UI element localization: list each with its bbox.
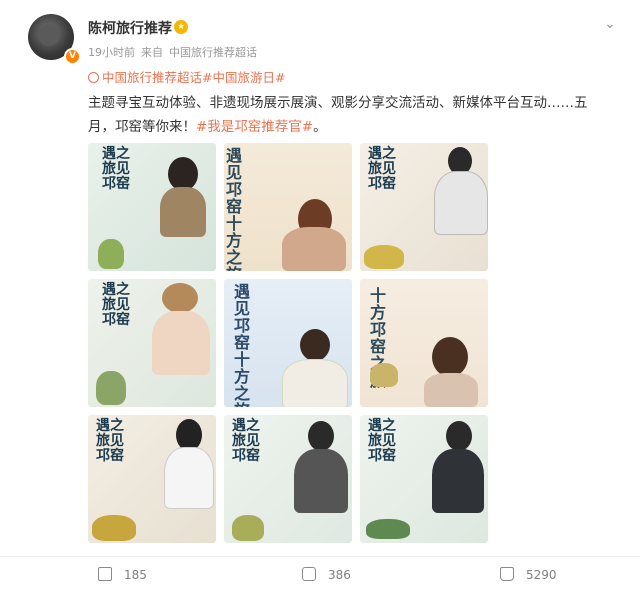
post-text: 主题寻宝互动体验、非遗现场展示展演、观影分享交流活动、新媒体平台互动……五月，邛… <box>88 91 608 139</box>
poster-title: 遇见邛窑十方之旅 <box>234 282 251 407</box>
share-count: 185 <box>124 568 147 582</box>
woman-body <box>282 227 346 271</box>
like-button[interactable]: 5290 <box>500 567 557 582</box>
post-text-end: 。 <box>313 119 327 135</box>
post-hashtag[interactable]: #我是邛窑推荐官# <box>196 119 313 135</box>
poster-title: 遇之旅见邛窑 <box>102 282 130 328</box>
man-body <box>434 171 488 235</box>
man-head <box>308 421 334 451</box>
comment-icon <box>302 567 316 581</box>
image-tile-9[interactable]: 遇之旅见邛窑 <box>360 415 488 543</box>
supertopic-icon <box>88 72 99 83</box>
topic-text[interactable]: 中国旅行推荐超话#中国旅游日# <box>102 70 285 85</box>
source-prefix: 来自 <box>141 46 163 59</box>
more-options-icon[interactable]: ⌄ <box>600 14 620 34</box>
like-count: 5290 <box>526 568 557 582</box>
bowl-icon <box>370 363 398 387</box>
post-actions-bar: 185 386 5290 <box>0 556 640 595</box>
woman-body <box>282 359 348 407</box>
woman-body <box>424 373 478 407</box>
woman-body <box>160 187 206 237</box>
poster-title: 遇之旅见邛窑 <box>232 418 260 464</box>
man-body <box>164 447 214 509</box>
celadon-vase-icon <box>98 239 124 269</box>
poster-title: 遇之旅见邛窑 <box>96 418 124 464</box>
comment-button[interactable]: 386 <box>302 567 351 582</box>
man-body <box>294 449 348 513</box>
poster-title: 遇之旅见邛窑 <box>368 418 396 464</box>
topic-links[interactable]: 中国旅行推荐超话#中国旅游日# <box>88 67 285 86</box>
image-tile-1[interactable]: 遇之旅见邛窑 <box>88 143 216 271</box>
woman-head <box>162 283 198 313</box>
celadon-figurine-icon <box>366 519 410 539</box>
post-time[interactable]: 19小时前 <box>88 46 135 59</box>
image-grid: 遇之旅见邛窑 遇见邛窑十方之旅 遇之旅见邛窑 遇之旅见邛窑 遇见邛窑十方之旅 <box>88 143 488 548</box>
image-tile-3[interactable]: 遇之旅见邛窑 <box>360 143 488 271</box>
image-tile-2[interactable]: 遇见邛窑十方之旅 <box>224 143 352 271</box>
post-meta: 19小时前 来自 中国旅行推荐超话 <box>88 44 263 60</box>
bowl-icon <box>92 515 136 541</box>
image-tile-6[interactable]: 十方邛窑之旅 <box>360 279 488 407</box>
poster-title: 遇之旅见邛窑 <box>368 146 396 192</box>
woman-body <box>152 311 210 375</box>
post-source[interactable]: 中国旅行推荐超话 <box>169 46 257 59</box>
verified-icon: V <box>64 48 81 65</box>
image-tile-5[interactable]: 遇见邛窑十方之旅 <box>224 279 352 407</box>
post-text-main: 主题寻宝互动体验、非遗现场展示展演、观影分享交流活动、新媒体平台互动……五月，邛… <box>88 95 588 135</box>
celadon-jar-icon <box>232 515 264 541</box>
image-tile-8[interactable]: 遇之旅见邛窑 <box>224 415 352 543</box>
weibo-post-card: V 陈柯旅行推荐 ★ 19小时前 来自 中国旅行推荐超话 ⌄ 中国旅行推荐超话#中国… <box>0 0 640 594</box>
poster-title: 遇见邛窑十方之旅 <box>226 146 243 271</box>
woman-head <box>432 337 468 377</box>
vip-badge-icon: ★ <box>174 20 188 34</box>
like-icon <box>500 567 514 581</box>
bowl-icon <box>364 245 404 269</box>
avatar-face <box>38 24 60 46</box>
image-tile-4[interactable]: 遇之旅见邛窑 <box>88 279 216 407</box>
woman-head <box>168 157 198 191</box>
man-head <box>446 421 472 451</box>
author-name[interactable]: 陈柯旅行推荐 <box>88 18 172 38</box>
image-tile-7[interactable]: 遇之旅见邛窑 <box>88 415 216 543</box>
share-button[interactable]: 185 <box>98 567 147 582</box>
celadon-vase-icon <box>96 371 126 405</box>
comment-count: 386 <box>328 568 351 582</box>
man-body <box>432 449 484 513</box>
poster-title: 遇之旅见邛窑 <box>102 146 130 192</box>
share-icon <box>98 567 112 581</box>
woman-head <box>300 329 330 361</box>
